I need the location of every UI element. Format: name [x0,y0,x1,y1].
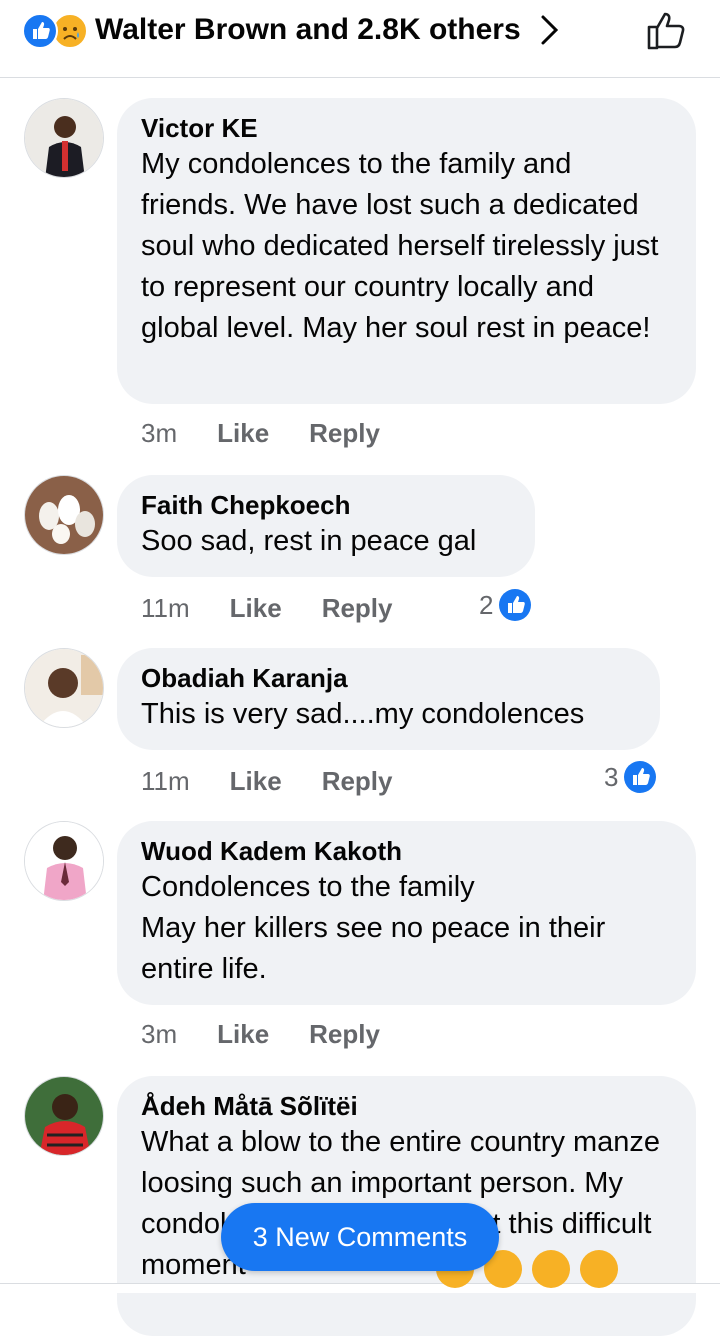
reaction-count-value: 2 [479,590,494,620]
reply-button[interactable]: Reply [322,592,393,624]
like-button[interactable]: Like [217,417,269,449]
like-outline-icon[interactable] [646,9,690,56]
reaction-count[interactable]: 2 [479,589,532,621]
reply-button[interactable]: Reply [309,1018,380,1050]
comment-bubble[interactable]: Obadiah Karanja This is very sad....my c… [117,648,660,750]
comment-author[interactable]: Victor KE [141,112,672,144]
comment-bubble[interactable]: Victor KE My condolences to the family a… [117,98,696,404]
comment-time: 11m [141,593,190,623]
like-icon [624,761,657,793]
avatar[interactable] [24,98,104,178]
comment-author[interactable]: Ådeh Måtā Sõlïtëi [141,1090,672,1122]
comment-author[interactable]: Obadiah Karanja [141,662,636,694]
comment-time: 3m [141,1019,178,1049]
like-button[interactable]: Like [230,765,282,797]
reply-button[interactable]: Reply [322,765,393,797]
chevron-right-icon[interactable] [538,13,562,52]
reaction-count-value: 3 [604,762,619,792]
avatar[interactable] [24,821,104,901]
reaction-count[interactable]: 3 [604,761,657,793]
comment-text: Condolences to the family May her killer… [141,871,606,985]
like-icon [499,589,532,621]
crying-face-icon [532,1250,570,1288]
comment-bubble[interactable]: Faith Chepkoech Soo sad, rest in peace g… [117,475,535,577]
comment-time: 3m [141,418,178,448]
comment-actions: 3m Like Reply [141,417,420,449]
like-button[interactable]: Like [217,1018,269,1050]
avatar[interactable] [24,1076,104,1156]
comment-bubble[interactable]: Wuod Kadem Kakoth Condolences to the fam… [117,821,696,1005]
crying-face-icon [580,1250,618,1288]
comment-actions: 11m Like Reply [141,592,433,624]
reply-button[interactable]: Reply [309,417,380,449]
avatar[interactable] [24,475,104,555]
new-comments-button[interactable]: 3 New Comments [221,1203,499,1271]
comment-time: 11m [141,766,190,796]
avatar[interactable] [24,648,104,728]
comment-author[interactable]: Faith Chepkoech [141,489,511,521]
comment-text: Soo sad, rest in peace gal [141,525,477,557]
like-button[interactable]: Like [230,592,282,624]
comment-actions: 3m Like Reply [141,1018,420,1050]
comment-author[interactable]: Wuod Kadem Kakoth [141,835,672,867]
comment-text: This is very sad....my condolences [141,698,585,730]
comment-text: My condolences to the family and friends… [141,148,659,344]
like-icon [22,13,58,49]
reactions-summary[interactable]: Walter Brown and 2.8K others [95,12,521,48]
comment-actions: 11m Like Reply [141,765,433,797]
reactions-header[interactable]: Walter Brown and 2.8K others [0,0,720,78]
